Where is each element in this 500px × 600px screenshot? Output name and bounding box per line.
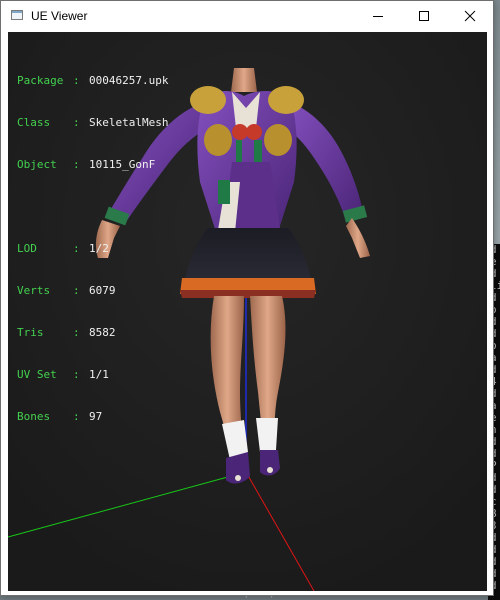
info-package-value: 00046257.upk <box>89 74 169 87</box>
info-separator: : <box>73 74 87 87</box>
info-package-key: Package <box>17 74 64 87</box>
info-spacer <box>17 200 168 214</box>
ue-viewer-window: UE Viewer Package: 00046257.upk Class:… <box>0 0 494 596</box>
info-verts-key: Verts <box>17 284 51 297</box>
info-object-value: 10115_GonF <box>89 158 156 171</box>
info-separator: : <box>73 158 87 171</box>
3d-viewport[interactable]: Package: 00046257.upk Class: SkeletalMes… <box>8 32 487 591</box>
info-object-row: Object: 10115_GonF <box>17 158 168 172</box>
info-class-row: Class: SkeletalMesh <box>17 116 168 130</box>
info-separator: : <box>73 284 87 297</box>
info-separator: : <box>73 410 87 423</box>
minimize-button[interactable] <box>355 1 401 31</box>
info-lod-key: LOD <box>17 242 37 255</box>
info-verts-row: Verts: 6079 <box>17 284 168 298</box>
info-tris-value: 8582 <box>89 326 116 339</box>
app-icon <box>11 10 23 20</box>
close-icon <box>464 10 476 22</box>
info-lod-value: 1/2 <box>89 242 109 255</box>
desktop: dedlidoddpad4daenddPddcB3ddddd 1125 → (X… <box>0 0 500 600</box>
info-verts-value: 6079 <box>89 284 116 297</box>
info-lod-row: LOD: 1/2 <box>17 242 168 256</box>
info-package-row: Package: 00046257.upk <box>17 74 168 88</box>
info-class-value: SkeletalMesh <box>89 116 169 129</box>
info-object-key: Object <box>17 158 57 171</box>
info-separator: : <box>73 326 87 339</box>
minimize-icon <box>373 16 383 17</box>
info-bones-value: 97 <box>89 410 103 423</box>
info-uvset-key: UV Set <box>17 368 57 381</box>
maximize-icon <box>419 11 429 21</box>
info-tris-key: Tris <box>17 326 44 339</box>
info-class-key: Class <box>17 116 51 129</box>
info-uvset-row: UV Set: 1/1 <box>17 368 168 382</box>
info-separator: : <box>73 116 87 129</box>
mesh-info-overlay: Package: 00046257.upk Class: SkeletalMes… <box>17 46 168 452</box>
window-title: UE Viewer <box>31 9 88 23</box>
info-bones-row: Bones: 97 <box>17 410 168 424</box>
maximize-button[interactable] <box>401 1 447 31</box>
info-uvset-value: 1/1 <box>89 368 109 381</box>
info-separator: : <box>73 368 87 381</box>
info-bones-key: Bones <box>17 410 51 423</box>
info-separator: : <box>73 242 87 255</box>
title-bar[interactable]: UE Viewer <box>1 1 493 31</box>
close-button[interactable] <box>447 1 493 31</box>
info-tris-row: Tris: 8582 <box>17 326 168 340</box>
